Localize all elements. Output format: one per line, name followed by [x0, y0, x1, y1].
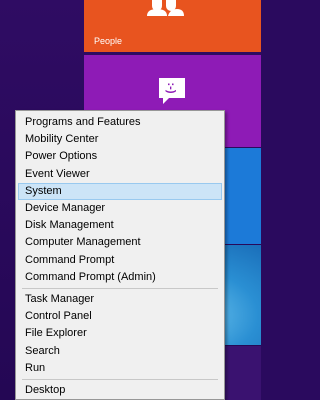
menu-item-system[interactable]: System: [18, 182, 222, 200]
menu-item-event-viewer[interactable]: Event Viewer: [18, 166, 222, 183]
menu-item-control-panel[interactable]: Control Panel: [18, 308, 222, 325]
menu-item-command-prompt-admin[interactable]: Command Prompt (Admin): [18, 269, 222, 286]
quick-link-menu: Programs and Features Mobility Center Powe…: [15, 110, 225, 400]
menu-separator: [22, 379, 218, 380]
menu-item-search[interactable]: Search: [18, 343, 222, 360]
menu-item-desktop[interactable]: Desktop: [18, 382, 222, 399]
menu-item-programs-and-features[interactable]: Programs and Features: [18, 114, 222, 131]
messaging-emoticon: :-): [165, 83, 177, 94]
menu-item-power-options[interactable]: Power Options: [18, 148, 222, 165]
menu-item-task-manager[interactable]: Task Manager: [18, 291, 222, 308]
people-tile-label: People: [94, 36, 123, 46]
messaging-icon: :-): [159, 78, 185, 104]
people-tile[interactable]: People: [84, 0, 261, 52]
menu-item-file-explorer[interactable]: File Explorer: [18, 325, 222, 342]
menu-item-run[interactable]: Run: [18, 360, 222, 377]
menu-item-computer-management[interactable]: Computer Management: [18, 234, 222, 251]
menu-item-disk-management[interactable]: Disk Management: [18, 217, 222, 234]
menu-item-device-manager[interactable]: Device Manager: [18, 200, 222, 217]
menu-item-mobility-center[interactable]: Mobility Center: [18, 131, 222, 148]
people-icon: [147, 0, 184, 16]
menu-separator: [22, 288, 218, 289]
menu-item-command-prompt[interactable]: Command Prompt: [18, 252, 222, 269]
